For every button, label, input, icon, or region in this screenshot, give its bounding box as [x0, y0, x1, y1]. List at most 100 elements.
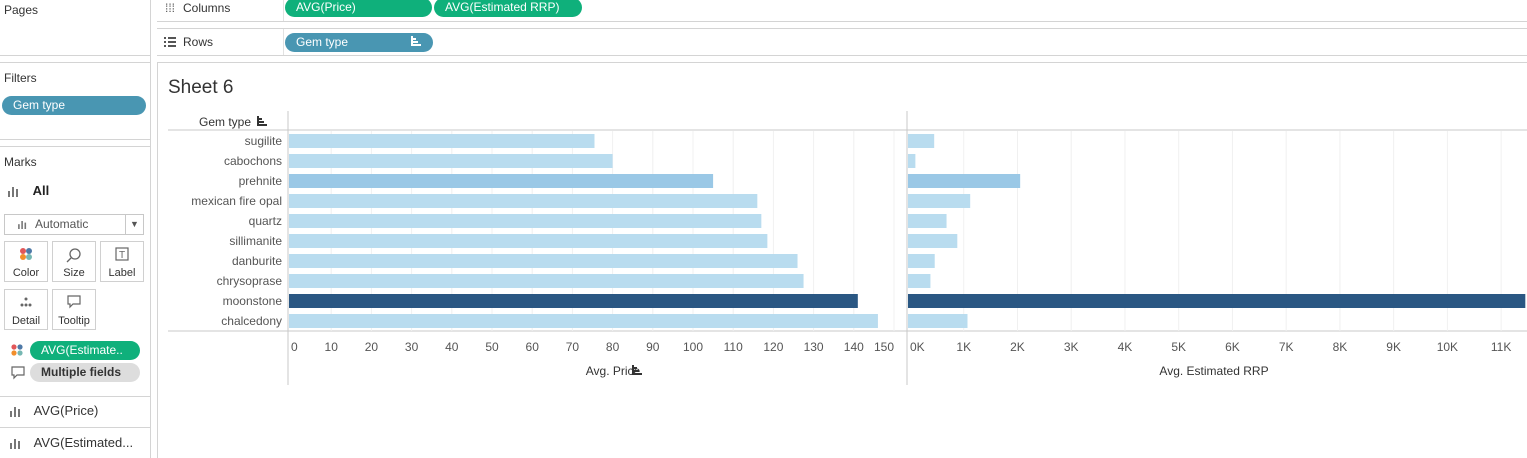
bar [908, 174, 1021, 188]
color-field-pill[interactable]: AVG(Estimate.. [30, 341, 140, 360]
category-label: sugilite [245, 134, 283, 148]
tick-label: 30 [405, 340, 419, 354]
tick-label: 0K [910, 340, 925, 354]
filters-card: Filters Gem type [0, 62, 151, 140]
axis-title: Avg. Estimated RRP [1159, 364, 1268, 378]
measure-avg-estimated-label: AVG(Estimated... [33, 435, 134, 450]
color-icon [5, 247, 47, 267]
bar [289, 134, 595, 148]
tick-label: 40 [445, 340, 459, 354]
color-dots-icon [10, 343, 24, 362]
label-button[interactable]: T Label [100, 241, 144, 282]
category-label: chrysoprase [217, 274, 283, 288]
divider [0, 427, 150, 428]
measure-avg-price[interactable]: AVG(Price) [10, 403, 98, 418]
bar [908, 134, 935, 148]
category-label: cabochons [224, 154, 282, 168]
rows-pill-gem-type[interactable]: Gem type [285, 33, 433, 52]
size-label: Size [63, 267, 85, 279]
row-header-label: Gem type [199, 115, 251, 129]
bar [289, 174, 714, 188]
bar [908, 274, 931, 288]
columns-pill-avg-price[interactable]: AVG(Price) [285, 0, 432, 17]
tick-label: 10 [325, 340, 339, 354]
rows-icon [164, 34, 176, 52]
sort-icon [411, 33, 421, 52]
measure-avg-estimated[interactable]: AVG(Estimated... [10, 435, 133, 450]
size-icon [53, 247, 95, 267]
tooltip-button[interactable]: Tooltip [52, 289, 96, 330]
bar-chart-icon [10, 406, 21, 417]
tick-label: 6K [1225, 340, 1240, 354]
columns-shelf: ⁞⁞⁞ Columns AVG(Price) AVG(Estimated RRP… [157, 0, 1527, 22]
left-panel: Pages Filters Gem type Marks All Automat… [0, 0, 151, 458]
measure-avg-price-label: AVG(Price) [33, 403, 99, 418]
tick-label: 130 [804, 340, 824, 354]
rows-pill-label: Gem type [296, 35, 349, 49]
chevron-down-icon[interactable]: ▼ [125, 215, 143, 234]
pages-card: Pages [0, 0, 151, 56]
divider [283, 0, 284, 21]
tick-label: 7K [1279, 340, 1294, 354]
bar-chart-icon [18, 221, 27, 229]
bar [289, 274, 804, 288]
filter-pill-gem-type[interactable]: Gem type [2, 96, 146, 115]
bar [289, 154, 613, 168]
tooltip-icon [53, 295, 95, 315]
category-label: mexican fire opal [191, 194, 282, 208]
tick-label: 90 [646, 340, 660, 354]
mark-type-value: Automatic [35, 217, 89, 231]
columns-label: Columns [183, 1, 231, 15]
bar [289, 254, 798, 268]
rows-label: Rows [183, 35, 214, 49]
divider [0, 396, 150, 397]
tick-label: 110 [724, 340, 743, 354]
tooltip-field-pill[interactable]: Multiple fields [30, 363, 140, 382]
tick-label: 1K [956, 340, 971, 354]
tooltip-field-icon [10, 366, 26, 385]
category-label: quartz [249, 214, 282, 228]
tick-label: 120 [763, 340, 783, 354]
tick-label: 140 [844, 340, 864, 354]
tick-label: 3K [1064, 340, 1079, 354]
category-label: sillimanite [229, 234, 282, 248]
sort-icon [257, 116, 267, 126]
pages-title: Pages [4, 3, 39, 17]
bar [908, 154, 916, 168]
tick-label: 80 [606, 340, 620, 354]
tick-label: 60 [526, 340, 540, 354]
tick-label: 0 [291, 340, 298, 354]
columns-icon: ⁞⁞⁞ [165, 1, 176, 15]
marks-all-label: All [32, 183, 50, 198]
tick-label: 11K [1491, 340, 1511, 354]
tick-label: 100 [683, 340, 703, 354]
columns-pill-avg-estimated-rrp[interactable]: AVG(Estimated RRP) [434, 0, 582, 17]
filters-title: Filters [4, 71, 37, 85]
divider [283, 29, 284, 55]
marks-title: Marks [4, 155, 37, 169]
bar [908, 194, 971, 208]
size-button[interactable]: Size [52, 241, 96, 282]
bar-chart: Gem type sugilite cabochons prehnite mexican… [168, 111, 1527, 385]
tick-label: 8K [1333, 340, 1348, 354]
worksheet: Sheet 6 Gem type sugilite cabochons prehnit… [157, 62, 1527, 458]
tick-label: 4K [1118, 340, 1133, 354]
bar [289, 214, 762, 228]
bar [908, 234, 958, 248]
marks-all-tab[interactable]: All [8, 183, 49, 198]
category-label: prehnite [239, 174, 283, 188]
mark-type-dropdown[interactable]: Automatic ▼ [4, 214, 144, 235]
bar [908, 314, 968, 328]
bar [908, 254, 935, 268]
tick-label: 9K [1386, 340, 1401, 354]
bar-chart-icon [10, 438, 21, 449]
detail-label: Detail [11, 315, 41, 327]
tick-label: 5K [1171, 340, 1186, 354]
detail-button[interactable]: Detail [4, 289, 48, 330]
label-icon: T [101, 247, 143, 267]
tick-label: 10K [1437, 340, 1458, 354]
tick-label: 2K [1010, 340, 1025, 354]
bar [289, 234, 768, 248]
color-button[interactable]: Color [4, 241, 48, 282]
color-label: Color [12, 267, 40, 279]
